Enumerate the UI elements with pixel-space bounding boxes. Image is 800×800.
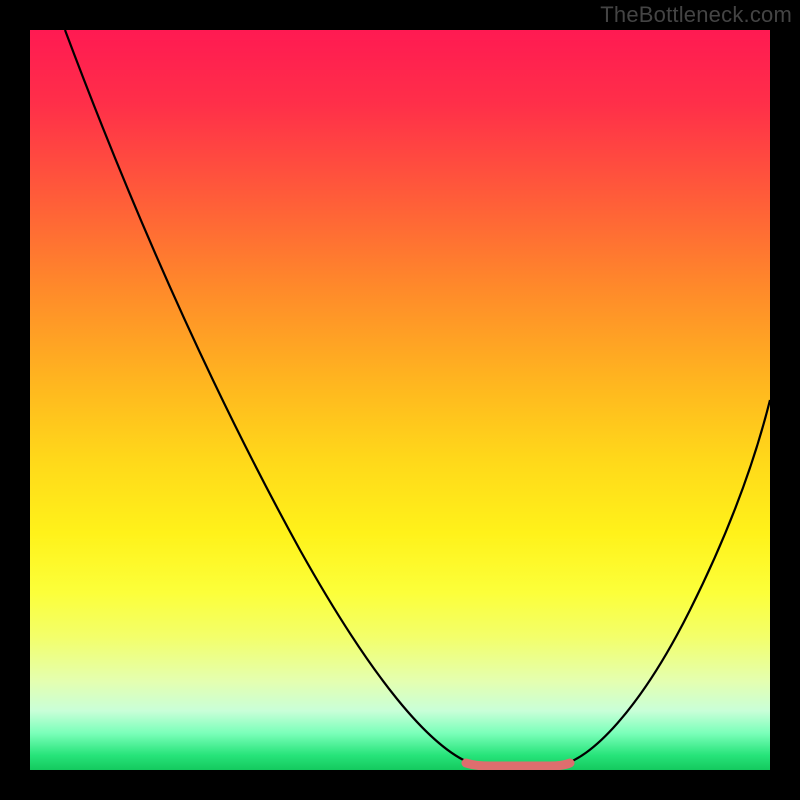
- watermark-text: TheBottleneck.com: [600, 2, 792, 28]
- curve-svg: [30, 30, 770, 770]
- chart-frame: TheBottleneck.com: [0, 0, 800, 800]
- highlight-segment: [466, 763, 570, 766]
- bottleneck-curve: [65, 30, 770, 765]
